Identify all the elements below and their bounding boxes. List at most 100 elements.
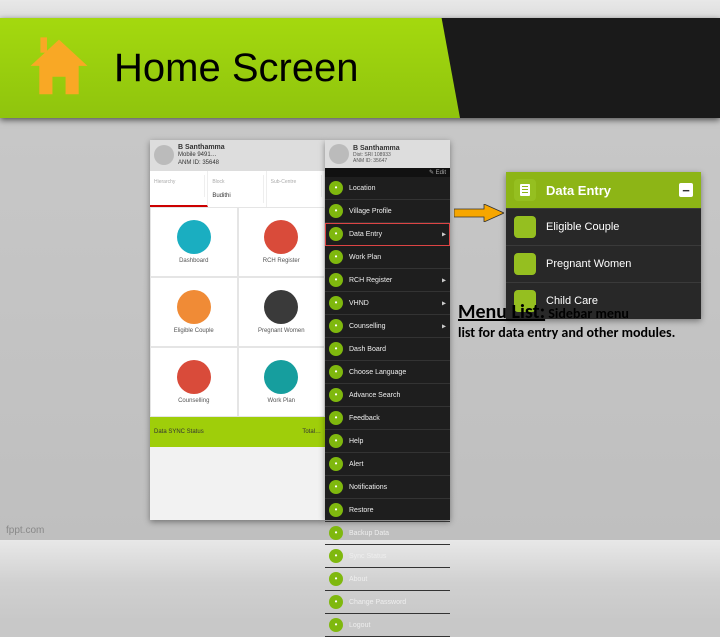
menu-item[interactable]: • Alert <box>325 453 450 476</box>
menu-item[interactable]: • Feedback <box>325 407 450 430</box>
menu-item-icon: • <box>329 480 343 494</box>
phoneA-crumbs: Hierarchy BlockBudithi Sub-Centre <box>150 171 325 207</box>
module-icon <box>264 360 298 394</box>
submenu-item-label: Eligible Couple <box>546 221 619 233</box>
phoneB-menu-list: • Location • Village Profile • Data Entry ▸ •Wo… <box>325 177 450 637</box>
callout-body: list for data entry and other modules. <box>458 324 693 341</box>
banner-green-strip: Home Screen <box>0 18 460 118</box>
menu-item-icon: • <box>329 342 343 356</box>
menu-item-label: Restore <box>349 507 374 514</box>
phoneA-header: B Santhamma Mobile 9491… ANM ID: 35648 <box>150 140 325 171</box>
module-caption: Eligible Couple <box>174 328 214 334</box>
menu-item-label: Alert <box>349 461 363 468</box>
menu-item-label: VHND <box>349 300 369 307</box>
phoneA-cell[interactable]: Pregnant Women <box>238 277 326 347</box>
menu-item[interactable]: • RCH Register ▸ <box>325 269 450 292</box>
menu-item[interactable]: • Village Profile <box>325 200 450 223</box>
menu-item-label: Village Profile <box>349 208 392 215</box>
phoneA-user-mobile: Mobile 9491… <box>178 152 225 159</box>
submenu-item[interactable]: Pregnant Women <box>506 245 701 282</box>
menu-item-label: Sync Status <box>349 553 386 560</box>
phoneA-cell[interactable]: Counselling <box>150 347 238 417</box>
menu-item[interactable]: •Dash Board <box>325 338 450 361</box>
phoneA-user-anm: ANM ID: 35648 <box>178 160 225 167</box>
phoneA-cell[interactable]: Eligible Couple <box>150 277 238 347</box>
arrow-icon <box>454 204 504 222</box>
menu-item-label: Location <box>349 185 375 192</box>
menu-item-icon: • <box>329 273 343 287</box>
collapse-icon[interactable]: − <box>679 183 693 197</box>
menu-item[interactable]: • Location <box>325 177 450 200</box>
data-entry-icon <box>514 179 536 201</box>
submenu-item-icon <box>514 253 536 275</box>
menu-item[interactable]: • Restore <box>325 499 450 522</box>
menu-item[interactable]: •Backup Data <box>325 522 450 545</box>
menu-item[interactable]: • Sync Status <box>325 545 450 568</box>
menu-item[interactable]: • Advance Search <box>325 384 450 407</box>
menu-item[interactable]: • Notifications <box>325 476 450 499</box>
menu-item-icon: • <box>329 296 343 310</box>
menu-item[interactable]: • VHND ▸ <box>325 292 450 315</box>
submenu-title: Data Entry <box>546 183 611 198</box>
menu-item[interactable]: •Counselling▸ <box>325 315 450 338</box>
menu-item[interactable]: • Change Password <box>325 591 450 614</box>
module-caption: Counselling <box>178 398 209 404</box>
phone-menu-screenshot: B Santhamma Dist: SRI 108933 ANM ID: 356… <box>325 140 450 520</box>
avatar <box>154 145 174 165</box>
module-icon <box>264 290 298 324</box>
menu-item[interactable]: • Choose Language <box>325 361 450 384</box>
phoneA-grid: Dashboard RCH Register Eligible Couple Preg… <box>150 207 325 417</box>
menu-item-icon: • <box>329 434 343 448</box>
menu-item-label: Choose Language <box>349 369 406 376</box>
slide-title: Home Screen <box>114 46 359 91</box>
phoneA-cell[interactable]: Work Plan <box>238 347 326 417</box>
module-caption: Work Plan <box>267 398 295 404</box>
menu-item-icon: • <box>329 526 343 540</box>
menu-item[interactable]: • Help <box>325 430 450 453</box>
menu-item-icon: • <box>329 388 343 402</box>
phoneA-cell[interactable]: Dashboard <box>150 207 238 277</box>
data-entry-submenu: Data Entry − Eligible Couple Pregnant Wom… <box>506 172 701 319</box>
module-icon <box>264 220 298 254</box>
menu-item-label: Feedback <box>349 415 380 422</box>
menu-item-icon: • <box>329 457 343 471</box>
expand-icon[interactable]: ▸ <box>442 230 446 239</box>
menu-item-label: Data Entry <box>349 231 382 238</box>
expand-icon[interactable]: ▸ <box>442 276 446 285</box>
menu-item[interactable]: • Logout <box>325 614 450 637</box>
phoneA-cell[interactable]: RCH Register <box>238 207 326 277</box>
menu-item-icon: • <box>329 595 343 609</box>
menu-item-label: Notifications <box>349 484 387 491</box>
menu-item-label: Advance Search <box>349 392 400 399</box>
footer-credit: fppt.com <box>6 525 44 536</box>
menu-item-icon: • <box>329 204 343 218</box>
module-icon <box>177 360 211 394</box>
module-caption: RCH Register <box>263 258 300 264</box>
menu-item-icon: • <box>329 549 343 563</box>
menu-item-icon: • <box>329 181 343 195</box>
home-icon <box>24 33 94 103</box>
submenu-item-label: Pregnant Women <box>546 258 631 270</box>
menu-item-label: Change Password <box>349 599 406 606</box>
callout-tail: Sidebar menu <box>545 305 629 322</box>
menu-item-icon: • <box>329 250 343 264</box>
submenu-header[interactable]: Data Entry − <box>506 172 701 208</box>
submenu-item[interactable]: Eligible Couple <box>506 208 701 245</box>
submenu-item-icon <box>514 216 536 238</box>
edit-profile-link[interactable]: ✎ Edit <box>325 168 450 177</box>
expand-icon[interactable]: ▸ <box>442 322 446 331</box>
menu-item-label: RCH Register <box>349 277 392 284</box>
menu-item-icon: • <box>329 365 343 379</box>
menu-item-label: Help <box>349 438 363 445</box>
avatar <box>329 144 349 164</box>
phoneB-header: B Santhamma Dist: SRI 108933 ANM ID: 356… <box>325 140 450 168</box>
menu-item-label: Logout <box>349 622 370 629</box>
menu-item-icon: • <box>329 411 343 425</box>
menu-item-icon: • <box>329 618 343 632</box>
menu-item[interactable]: •Data Entry▸ <box>325 223 450 246</box>
menu-item-icon: • <box>329 503 343 517</box>
expand-icon[interactable]: ▸ <box>442 299 446 308</box>
menu-item[interactable]: •Work Plan <box>325 246 450 269</box>
menu-item[interactable]: •About <box>325 568 450 591</box>
callout-text: Menu List: Sidebar menu list for data en… <box>458 300 693 341</box>
